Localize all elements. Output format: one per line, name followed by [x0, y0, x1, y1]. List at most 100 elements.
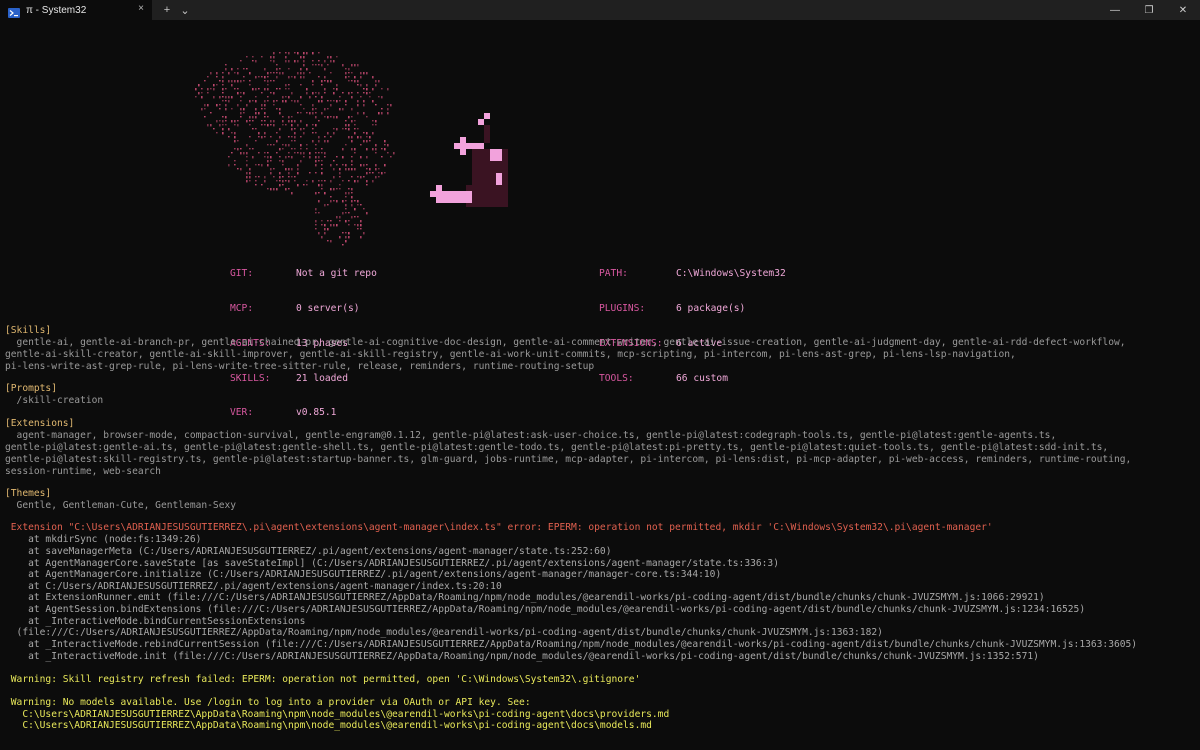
ascii-glyph — [333, 88, 335, 90]
ascii-glyph — [330, 188, 332, 191]
maximize-button[interactable]: ❐ — [1132, 0, 1166, 20]
ascii-glyph — [234, 164, 236, 166]
ascii-glyph — [258, 164, 260, 166]
ascii-glyph — [390, 104, 392, 107]
ascii-glyph — [258, 176, 260, 178]
ascii-glyph — [312, 64, 314, 66]
ascii-glyph — [243, 68, 245, 70]
ascii-glyph — [315, 96, 317, 98]
ascii-glyph — [198, 84, 200, 87]
skills-header: [Skills] — [5, 325, 52, 336]
ascii-glyph — [360, 84, 362, 87]
terminal-output[interactable]: GIT: Not a git repo MCP: 0 server(s) AGENT… — [5, 20, 1195, 750]
ascii-glyph — [213, 128, 215, 130]
ascii-glyph — [282, 120, 284, 123]
new-tab-button[interactable]: + — [158, 0, 176, 20]
ascii-glyph — [261, 76, 263, 78]
ascii-glyph — [363, 92, 365, 94]
ascii-glyph — [291, 92, 293, 95]
ascii-glyph — [303, 108, 305, 110]
ascii-glyph — [357, 224, 359, 227]
ascii-glyph — [312, 108, 314, 111]
ascii-glyph — [318, 232, 320, 235]
ascii-glyph — [315, 124, 317, 127]
ascii-glyph — [240, 96, 242, 98]
ascii-glyph — [378, 172, 380, 174]
ascii-glyph — [291, 76, 293, 78]
ascii-glyph — [288, 180, 290, 183]
ascii-glyph — [276, 108, 278, 110]
ascii-glyph — [231, 120, 233, 123]
ascii-glyph — [207, 92, 209, 94]
prompts-header: [Prompts] — [5, 383, 57, 394]
ascii-glyph — [243, 80, 245, 82]
minimize-button[interactable]: — — [1098, 0, 1132, 20]
ascii-glyph — [216, 132, 218, 134]
ascii-glyph — [306, 92, 308, 95]
ascii-glyph — [303, 52, 305, 55]
ascii-glyph — [267, 76, 269, 78]
ascii-glyph — [342, 64, 344, 67]
ascii-glyph — [234, 136, 236, 139]
extension-error-message: Extension "C:\Users\ADRIANJESUSGUTIERREZ… — [5, 522, 993, 533]
ascii-glyph — [315, 144, 317, 146]
ascii-glyph — [279, 148, 281, 151]
ascii-glyph — [348, 72, 350, 74]
ascii-glyph — [204, 80, 206, 82]
ascii-glyph — [384, 172, 386, 174]
ascii-glyph — [246, 104, 248, 107]
ascii-glyph — [366, 168, 368, 170]
ascii-glyph — [294, 180, 296, 182]
ascii-glyph — [270, 160, 272, 162]
ascii-glyph — [381, 172, 383, 175]
ascii-glyph — [366, 116, 368, 118]
ascii-glyph — [297, 112, 299, 114]
ascii-glyph — [267, 80, 269, 83]
ascii-glyph — [306, 88, 308, 91]
ascii-glyph — [294, 76, 296, 79]
ascii-glyph — [246, 156, 248, 158]
ascii-glyph — [312, 60, 314, 62]
ascii-glyph — [264, 124, 266, 126]
ascii-glyph — [297, 100, 299, 103]
ascii-glyph — [375, 148, 377, 151]
tab-close-icon[interactable]: × — [138, 3, 144, 14]
ascii-glyph — [348, 212, 350, 214]
close-button[interactable]: ✕ — [1166, 0, 1200, 20]
ascii-glyph — [207, 88, 209, 91]
terminal-tab[interactable]: π - System32 × — [0, 0, 152, 20]
ascii-glyph — [321, 164, 323, 166]
extensions-line: gentle-pi@latest:skill-registry.ts, gent… — [5, 454, 1132, 465]
ascii-glyph — [363, 208, 365, 210]
ascii-glyph — [315, 224, 317, 226]
info-row-path: PATH: C:\Windows\System32 — [599, 268, 786, 280]
info-row-mcp: MCP: 0 server(s) — [230, 302, 360, 314]
ascii-glyph — [282, 184, 284, 186]
ascii-glyph — [369, 136, 371, 139]
ascii-glyph — [297, 124, 299, 127]
chevron-down-icon[interactable]: ⌄ — [176, 0, 194, 20]
ascii-glyph — [336, 216, 338, 219]
stack-line: at AgentManagerCore.saveState [as saveSt… — [5, 558, 779, 569]
ascii-glyph — [225, 116, 227, 119]
ascii-glyph — [330, 164, 332, 167]
ascii-glyph — [282, 160, 284, 163]
ascii-glyph — [303, 156, 305, 158]
ascii-glyph — [285, 156, 287, 159]
ascii-glyph — [342, 92, 344, 94]
ascii-glyph — [288, 136, 290, 138]
ascii-glyph — [279, 160, 281, 162]
ascii-glyph — [285, 96, 287, 98]
ascii-glyph — [351, 80, 353, 82]
stack-line: at AgentManagerCore.initialize (C:/Users… — [5, 569, 722, 580]
ascii-glyph — [321, 160, 323, 162]
ascii-glyph — [330, 136, 332, 138]
ascii-glyph — [318, 120, 320, 122]
ascii-glyph — [348, 92, 350, 95]
title-bar-drag-area[interactable] — [194, 0, 1098, 20]
ascii-glyph — [354, 64, 356, 67]
ascii-glyph — [315, 172, 317, 174]
ascii-glyph — [288, 96, 290, 99]
ascii-glyph — [237, 68, 239, 70]
ascii-glyph — [351, 164, 353, 166]
